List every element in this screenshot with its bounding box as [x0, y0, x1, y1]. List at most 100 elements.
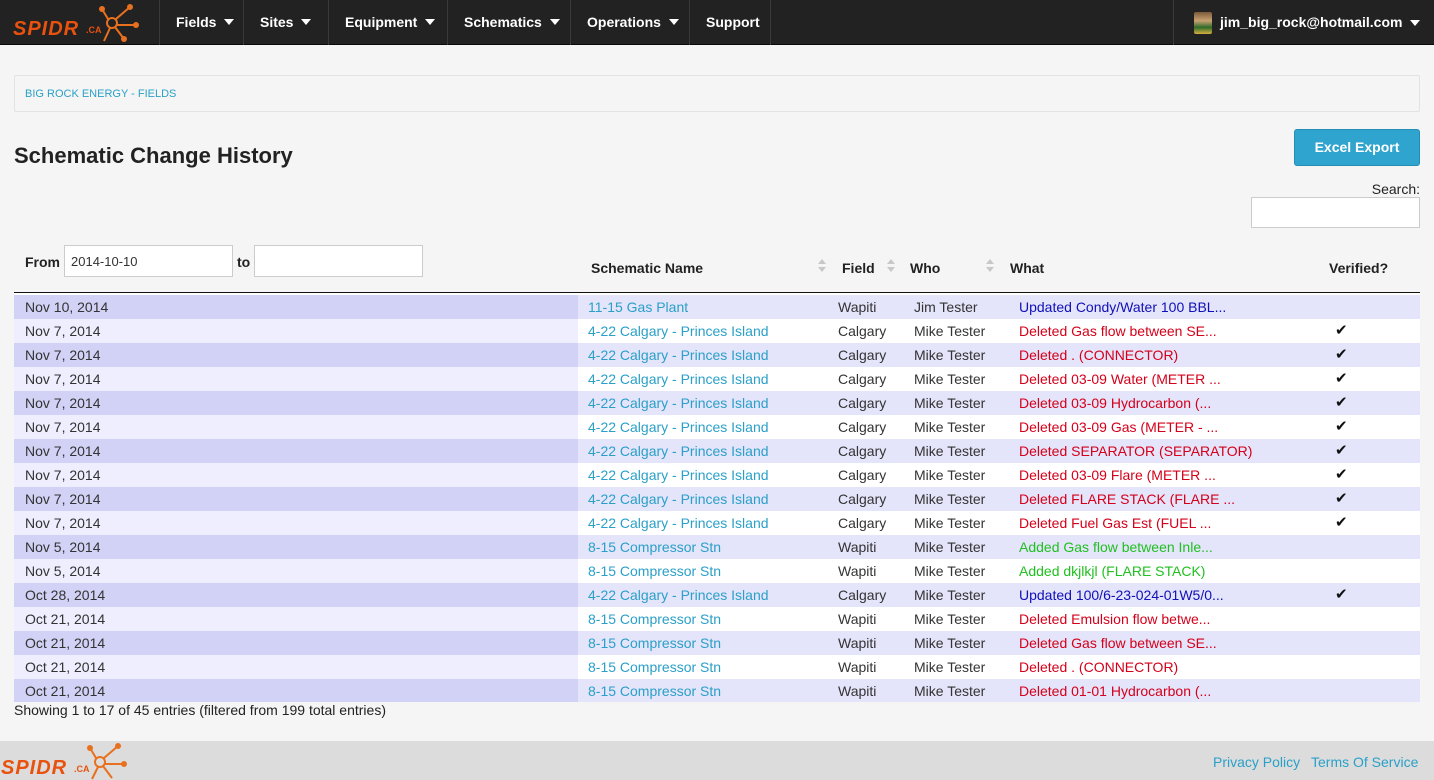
cell-verified: ✔ — [1335, 418, 1348, 435]
cell-field: Calgary — [838, 491, 887, 507]
excel-export-button[interactable]: Excel Export — [1294, 129, 1420, 166]
cell-schematic-name-link[interactable]: 4-22 Calgary - Princes Island — [588, 415, 769, 439]
cell-verified: ✔ — [1335, 490, 1348, 507]
cell-what: Deleted Emulsion flow betwe... — [1019, 611, 1211, 627]
table-row[interactable]: Nov 10, 2014 11-15 Gas Plant Wapiti Jim Tes… — [14, 295, 1420, 319]
table-row[interactable]: Nov 7, 2014 4-22 Calgary - Princes Island… — [14, 415, 1420, 439]
cell-what: Deleted Fuel Gas Est (FUEL ... — [1019, 515, 1212, 531]
cell-what: Deleted . (CONNECTOR) — [1019, 659, 1179, 675]
table-row[interactable]: Nov 7, 2014 4-22 Calgary - Princes Island… — [14, 391, 1420, 415]
cell-schematic-name-link[interactable]: 8-15 Compressor Stn — [588, 679, 721, 702]
caret-down-icon — [301, 19, 312, 26]
cell-schematic-name-link[interactable]: 8-15 Compressor Stn — [588, 535, 721, 559]
from-label: From — [25, 254, 60, 270]
privacy-policy-link[interactable]: Privacy Policy — [1213, 754, 1300, 770]
cell-schematic-name-link[interactable]: 8-15 Compressor Stn — [588, 631, 721, 655]
avatar — [1194, 12, 1212, 34]
table-row[interactable]: Nov 7, 2014 4-22 Calgary - Princes Island… — [14, 319, 1420, 343]
cell-schematic-name-link[interactable]: 4-22 Calgary - Princes Island — [588, 391, 769, 415]
user-email: jim_big_rock@hotmail.com — [1220, 14, 1403, 30]
cell-what: Deleted 03-09 Gas (METER - ... — [1019, 419, 1219, 435]
cell-field: Wapiti — [838, 563, 877, 579]
cell-what: Deleted FLARE STACK (FLARE ... — [1019, 491, 1236, 507]
table-row[interactable]: Nov 7, 2014 4-22 Calgary - Princes Island… — [14, 463, 1420, 487]
footer: SPIDR .CA Privacy Policy Terms Of Servic… — [0, 741, 1434, 780]
cell-schematic-name-link[interactable]: 4-22 Calgary - Princes Island — [588, 343, 769, 367]
nav-operations[interactable]: Operations — [571, 0, 690, 45]
table-row[interactable]: Oct 21, 2014 8-15 Compressor Stn Wapiti Mik… — [14, 679, 1420, 702]
nav-fields[interactable]: Fields — [160, 0, 244, 45]
cell-who: Mike Tester — [914, 419, 986, 435]
cell-schematic-name-link[interactable]: 4-22 Calgary - Princes Island — [588, 439, 769, 463]
cell-schematic-name-link[interactable]: 8-15 Compressor Stn — [588, 559, 721, 583]
cell-what: Deleted 03-09 Flare (METER ... — [1019, 467, 1216, 483]
table-row[interactable]: Nov 7, 2014 4-22 Calgary - Princes Island… — [14, 487, 1420, 511]
cell-verified: ✔ — [1335, 322, 1348, 339]
cell-schematic-name-link[interactable]: 4-22 Calgary - Princes Island — [588, 367, 769, 391]
nav-schematics[interactable]: Schematics — [448, 0, 571, 45]
to-date-input[interactable] — [254, 245, 423, 277]
cell-date: Oct 28, 2014 — [14, 583, 578, 607]
table-row[interactable]: Oct 28, 2014 4-22 Calgary - Princes Islan… — [14, 583, 1420, 607]
cell-schematic-name-link[interactable]: 4-22 Calgary - Princes Island — [588, 583, 769, 607]
column-header-what[interactable]: What — [1010, 260, 1044, 276]
table-row[interactable]: Nov 5, 2014 8-15 Compressor Stn Wapiti Mike… — [14, 535, 1420, 559]
terms-of-service-link[interactable]: Terms Of Service — [1311, 754, 1418, 770]
table-row[interactable]: Oct 21, 2014 8-15 Compressor Stn Wapiti Mik… — [14, 607, 1420, 631]
sort-icon[interactable] — [887, 259, 895, 273]
table-row[interactable]: Oct 21, 2014 8-15 Compressor Stn Wapiti Mik… — [14, 631, 1420, 655]
cell-schematic-name-link[interactable]: 4-22 Calgary - Princes Island — [588, 319, 769, 343]
cell-field: Wapiti — [838, 611, 877, 627]
table-row[interactable]: Nov 7, 2014 4-22 Calgary - Princes Island… — [14, 367, 1420, 391]
cell-schematic-name-link[interactable]: 4-22 Calgary - Princes Island — [588, 487, 769, 511]
column-header-field[interactable]: Field — [842, 260, 875, 276]
to-label: to — [237, 254, 251, 270]
column-header-verified[interactable]: Verified? — [1329, 260, 1388, 276]
brand-logo[interactable]: SPIDR .CA — [0, 0, 160, 45]
cell-who: Mike Tester — [914, 515, 986, 531]
nav-support-label: Support — [706, 14, 760, 30]
user-menu[interactable]: jim_big_rock@hotmail.com — [1173, 0, 1434, 45]
table-row[interactable]: Nov 7, 2014 4-22 Calgary - Princes Island… — [14, 511, 1420, 535]
cell-who: Mike Tester — [914, 491, 986, 507]
table-row[interactable]: Nov 7, 2014 4-22 Calgary - Princes Island… — [14, 439, 1420, 463]
table-row[interactable]: Oct 21, 2014 8-15 Compressor Stn Wapiti Mik… — [14, 655, 1420, 679]
breadcrumb-link-fields[interactable]: BIG ROCK ENERGY - FIELDS — [25, 88, 176, 100]
sort-icon[interactable] — [818, 259, 826, 273]
nav-equipment[interactable]: Equipment — [329, 0, 448, 45]
nav-equipment-label: Equipment — [345, 14, 418, 30]
cell-date: Nov 7, 2014 — [14, 415, 578, 439]
column-header-schematic-name[interactable]: Schematic Name — [591, 260, 703, 276]
cell-date: Nov 7, 2014 — [14, 343, 578, 367]
cell-field: Calgary — [838, 515, 887, 531]
cell-schematic-name-link[interactable]: 8-15 Compressor Stn — [588, 655, 721, 679]
from-date-input[interactable] — [64, 245, 233, 277]
cell-field: Calgary — [838, 467, 887, 483]
cell-schematic-name-link[interactable]: 11-15 Gas Plant — [588, 295, 688, 319]
search-input[interactable] — [1251, 197, 1420, 228]
table-body: Nov 10, 2014 11-15 Gas Plant Wapiti Jim Tes… — [14, 295, 1420, 702]
cell-what: Updated 100/6-23-024-01W5/0... — [1019, 587, 1224, 603]
top-navbar: SPIDR .CA Fields Sites Equipment Schemat… — [0, 0, 1434, 45]
cell-schematic-name-link[interactable]: 4-22 Calgary - Princes Island — [588, 463, 769, 487]
sort-icon[interactable] — [986, 259, 994, 273]
nav-support[interactable]: Support — [690, 0, 771, 45]
cell-field: Calgary — [838, 443, 887, 459]
spidr-logo-icon: SPIDR .CA — [13, 4, 139, 42]
cell-who: Mike Tester — [914, 443, 986, 459]
cell-schematic-name-link[interactable]: 4-22 Calgary - Princes Island — [588, 511, 769, 535]
table-row[interactable]: Nov 5, 2014 8-15 Compressor Stn Wapiti Mike… — [14, 559, 1420, 583]
page-title: Schematic Change History — [14, 143, 293, 168]
nav-sites[interactable]: Sites — [244, 0, 329, 45]
nav-fields-label: Fields — [176, 14, 217, 30]
column-header-who[interactable]: Who — [910, 260, 940, 276]
cell-schematic-name-link[interactable]: 8-15 Compressor Stn — [588, 607, 721, 631]
cell-verified: ✔ — [1335, 442, 1348, 459]
cell-date: Nov 7, 2014 — [14, 391, 578, 415]
svg-text:SPIDR: SPIDR — [13, 18, 79, 40]
cell-date: Nov 7, 2014 — [14, 367, 578, 391]
nav-sites-label: Sites — [260, 14, 294, 30]
cell-what: Deleted Gas flow between SE... — [1019, 635, 1217, 651]
cell-verified: ✔ — [1335, 346, 1348, 363]
table-row[interactable]: Nov 7, 2014 4-22 Calgary - Princes Island… — [14, 343, 1420, 367]
